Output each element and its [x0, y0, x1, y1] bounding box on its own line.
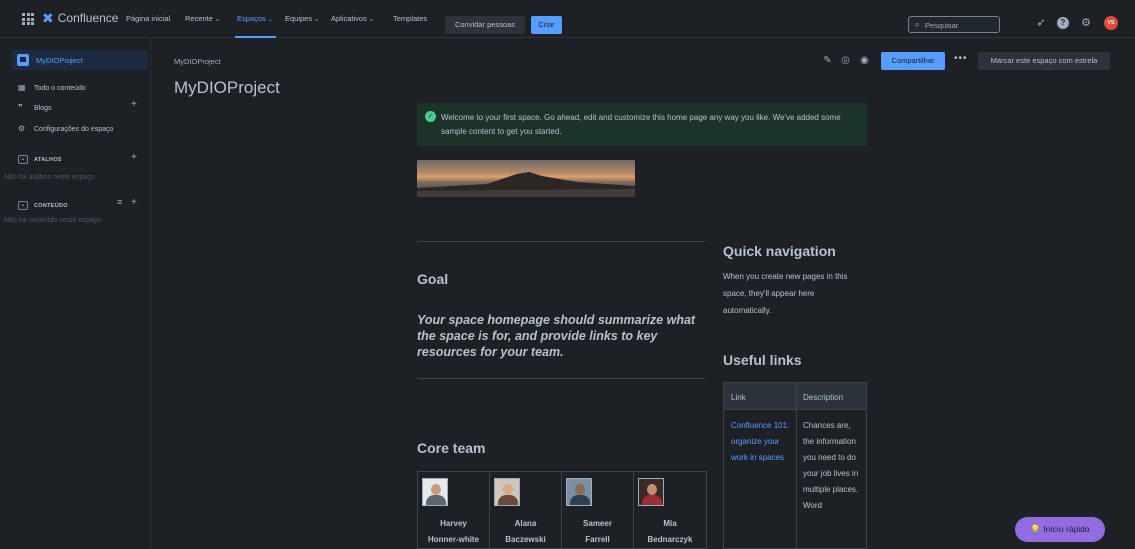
invite-people-button[interactable]: Convidar pessoas [445, 16, 525, 34]
lightbulb-icon: 💡 [1030, 524, 1041, 534]
space-icon [17, 54, 29, 66]
sidebar-item-space-settings[interactable]: ⚙ Configurações do espaço [18, 124, 113, 133]
table-header-description: Description [803, 393, 844, 402]
shortcuts-empty-text: Não há atalhos neste espaço [4, 174, 95, 181]
nav-home[interactable]: Página inicial [126, 14, 170, 23]
member-name: Mia Bednarczyk [647, 519, 693, 544]
member-photo [422, 478, 448, 506]
user-avatar[interactable]: VS [1104, 16, 1118, 30]
settings-gear-icon[interactable]: ⚙ [1080, 17, 1092, 29]
team-member-card: Harvey Honner-white [418, 472, 490, 548]
comment-icon[interactable]: ◎ [840, 55, 851, 66]
quick-navigation-heading: Quick navigation [723, 243, 836, 259]
content-empty-text: Não há conteúdo neste espaço [4, 217, 101, 224]
search-placeholder: Pesquisar [925, 21, 959, 30]
quick-navigation-text: When you create new pages in this space,… [723, 272, 848, 315]
sidebar-item-all-content[interactable]: ▦ Todo o conteúdo [18, 83, 86, 92]
success-check-icon: ✓ [425, 111, 436, 122]
create-button[interactable]: Criar [531, 16, 562, 34]
chevron-down-icon: ⌄ [214, 17, 220, 23]
search-icon: ⌕ [915, 20, 920, 29]
nav-spaces[interactable]: Espaços ⌄ [237, 14, 273, 23]
star-space-button[interactable]: Marcar este espaço com estrela [978, 52, 1110, 70]
member-name: Alana Baczewski [505, 519, 546, 544]
member-name: Harvey Honner-white [427, 519, 480, 544]
nav-apps[interactable]: Aplicativos ⌄ [331, 14, 374, 23]
breadcrumb[interactable]: MyDIOProject [174, 57, 221, 66]
table-column-separator [796, 383, 797, 549]
top-navigation: ✖ Confluence Página inicial Recente ⌄ Esp… [0, 0, 1135, 38]
sidebar-space-item[interactable]: MyDIOProject [12, 50, 148, 70]
add-blog-plus-icon[interactable]: + [131, 99, 137, 110]
notifications-icon[interactable]: ➶ [1035, 17, 1047, 29]
share-button[interactable]: Compartilhar [881, 52, 945, 70]
chevron-down-icon: ⌄ [18, 201, 28, 210]
chevron-down-icon: ⌄ [267, 17, 273, 23]
goal-text: Your space homepage should summarize wha… [417, 313, 696, 359]
member-name: Sameer Farrell [583, 519, 612, 544]
sidebar: MyDIOProject ▦ Todo o conteúdo ❞ Blogs + ⚙… [0, 39, 151, 549]
add-content-plus-icon[interactable]: + [131, 197, 137, 208]
filter-icon[interactable]: ≡ [117, 197, 122, 207]
confluence-logo[interactable]: ✖ Confluence [42, 10, 118, 26]
sidebar-item-blogs[interactable]: ❞ Blogs [18, 103, 52, 112]
nav-templates[interactable]: Templates [393, 14, 427, 23]
content-icon: ▦ [18, 83, 26, 92]
page-title: MyDIOProject [174, 78, 280, 97]
core-team-heading: Core team [417, 440, 486, 456]
app-name: Confluence [57, 11, 119, 25]
sidebar-section-shortcuts[interactable]: ⌄ ATALHOS [18, 155, 62, 164]
settings-icon: ⚙ [18, 124, 26, 133]
section-divider [417, 241, 705, 242]
quickstart-button[interactable]: 💡 Início rápido [1015, 517, 1105, 542]
useful-links-table: Link Description Confluence 101: organiz… [723, 382, 867, 549]
team-member-card: Sameer Farrell [562, 472, 634, 548]
core-team-table: Harvey Honner-white Alana Baczewski Sameer… [417, 471, 707, 549]
quote-icon: ❞ [18, 103, 23, 112]
watch-eye-icon[interactable]: ◉ [859, 55, 870, 66]
member-photo [638, 478, 664, 506]
table-header-link: Link [731, 393, 746, 402]
welcome-panel: ✓ Welcome to your first space. Go ahead,… [417, 103, 867, 146]
welcome-message: Welcome to your first space. Go ahead, e… [441, 113, 841, 136]
chevron-down-icon: ⌄ [314, 17, 320, 23]
sidebar-section-content[interactable]: ⌄ CONTEÚDO [18, 201, 68, 210]
banner-image [417, 160, 635, 197]
confluence-101-link[interactable]: Confluence 101: organize your work in sp… [731, 418, 793, 466]
chevron-down-icon: ⌄ [368, 17, 374, 23]
section-divider [417, 378, 705, 379]
nav-teams[interactable]: Equipes ⌄ [285, 14, 319, 23]
help-icon[interactable]: ? [1057, 17, 1069, 29]
sidebar-space-name: MyDIOProject [36, 56, 83, 65]
search-input[interactable]: ⌕ Pesquisar [908, 16, 1000, 33]
member-photo [566, 478, 592, 506]
edit-pencil-icon[interactable]: ✎ [822, 55, 833, 66]
confluence-logo-icon: ✖ [42, 10, 54, 26]
more-actions-icon[interactable]: ••• [954, 53, 968, 64]
useful-links-heading: Useful links [723, 352, 802, 368]
nav-recent[interactable]: Recente ⌄ [185, 14, 220, 23]
chevron-down-icon: ⌄ [18, 155, 28, 164]
link-description: Chances are, the information you need to… [803, 421, 859, 510]
app-switcher-icon[interactable] [22, 13, 34, 25]
goal-heading: Goal [417, 271, 449, 287]
add-shortcut-plus-icon[interactable]: + [131, 152, 137, 163]
active-tab-indicator [235, 36, 276, 38]
team-member-card: Alana Baczewski [490, 472, 562, 548]
team-member-card: Mia Bednarczyk [634, 472, 706, 548]
member-photo [494, 478, 520, 506]
